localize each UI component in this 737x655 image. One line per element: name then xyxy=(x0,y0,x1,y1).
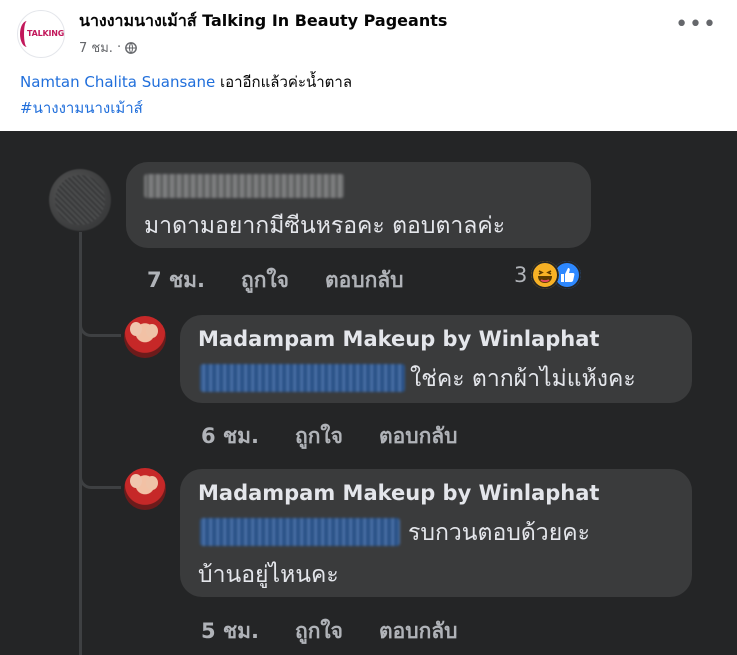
reply-connector xyxy=(79,469,121,489)
like-button[interactable]: ถูกใจ xyxy=(241,264,289,297)
reply-avatar[interactable] xyxy=(124,468,166,510)
more-options-icon[interactable]: ••• xyxy=(675,14,717,36)
reply-actions: 5 ชม. ถูกใจ ตอบกลับ xyxy=(201,615,494,648)
post-time[interactable]: 7 ชม. xyxy=(79,37,113,58)
reaction-count: 3 xyxy=(514,263,528,287)
reply-button[interactable]: ตอบกลับ xyxy=(379,420,458,453)
hashtag-link[interactable]: #นางงามนางเม้าส์ xyxy=(20,96,143,120)
reply-avatar[interactable] xyxy=(124,316,166,358)
reply-body: รบกวนตอบด้วยคะ xyxy=(408,520,590,546)
comment-actions: 7 ชม. ถูกใจ ตอบกลับ xyxy=(147,264,440,297)
reply-body-line2: บ้านอยู่ไหนคะ xyxy=(198,562,339,588)
comment-screenshot: มาดามอยากมีซีนหรอคะ ตอบตาลค่ะ 7 ชม. ถูกใ… xyxy=(0,131,737,655)
page-name[interactable]: นางงามนางเม้าส์ Talking In Beauty Pagean… xyxy=(79,9,447,34)
reply-body: ใช่คะ ตากผ้าไม่แห้งคะ xyxy=(410,366,636,392)
reply-author[interactable]: Madampam Makeup by Winlaphat xyxy=(198,327,599,351)
tagged-name-blurred xyxy=(200,364,405,392)
haha-icon xyxy=(531,261,560,289)
blurred-author-name xyxy=(144,174,344,198)
reply-time[interactable]: 5 ชม. xyxy=(201,615,259,648)
reply-button[interactable]: ตอบกลับ xyxy=(379,615,458,648)
comment-bubble: มาดามอยากมีซีนหรอคะ ตอบตาลค่ะ xyxy=(126,162,591,248)
comment-body: มาดามอยากมีซีนหรอคะ ตอบตาลค่ะ xyxy=(144,213,506,239)
tagged-name-blurred xyxy=(200,518,400,546)
reply-bubble: Madampam Makeup by Winlaphat ใช่คะ ตากผ้… xyxy=(180,315,692,403)
reply-author[interactable]: Madampam Makeup by Winlaphat xyxy=(198,481,599,505)
post-header: TALKING นางงามนางเม้าส์ Talking In Beaut… xyxy=(0,0,737,130)
reaction-summary[interactable]: 3 xyxy=(514,261,582,289)
post-meta: 7 ชม. · xyxy=(79,37,137,58)
reply-time[interactable]: 6 ชม. xyxy=(201,420,259,453)
mention-link[interactable]: Namtan Chalita Suansane xyxy=(20,73,215,91)
reply-bubble: Madampam Makeup by Winlaphat รบกวนตอบด้ว… xyxy=(180,469,692,597)
page-avatar[interactable]: TALKING xyxy=(17,10,65,58)
meta-separator: · xyxy=(116,40,122,55)
reply-button[interactable]: ตอบกลับ xyxy=(325,264,404,297)
globe-icon xyxy=(125,41,137,54)
like-button[interactable]: ถูกใจ xyxy=(295,615,343,648)
reply-connector xyxy=(79,317,121,337)
logo-text: TALKING xyxy=(27,29,65,38)
post-caption: เอาอีกแล้วค่ะน้ำตาล xyxy=(219,73,353,91)
blurred-avatar xyxy=(49,169,111,231)
thread-line xyxy=(79,232,82,655)
reply-actions: 6 ชม. ถูกใจ ตอบกลับ xyxy=(201,420,494,453)
comment-time[interactable]: 7 ชม. xyxy=(147,264,205,297)
like-button[interactable]: ถูกใจ xyxy=(295,420,343,453)
post-text: Namtan Chalita Suansane เอาอีกแล้วค่ะน้ำ… xyxy=(20,70,352,94)
